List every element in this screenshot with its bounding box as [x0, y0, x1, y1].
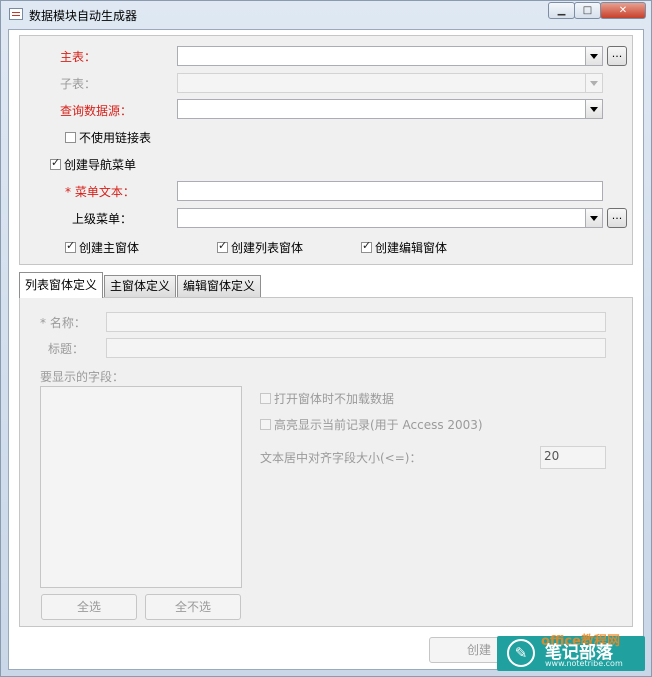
form-tabs: 列表窗体定义 主窗体定义 编辑窗体定义	[19, 272, 262, 298]
sub-table-label: 子表：	[60, 77, 97, 91]
create-main-form-label: 创建主窗体	[79, 241, 140, 255]
chevron-down-icon[interactable]	[585, 209, 602, 227]
tab-edit-form[interactable]: 编辑窗体定义	[177, 275, 262, 297]
checkbox-unchecked-icon	[260, 393, 271, 404]
parent-menu-browse-button[interactable]: ...	[607, 208, 627, 228]
client-area: 主表： ... 子表： 查询数据源： 不使用链接表 创建导航菜单 * 菜单文本：	[8, 29, 645, 671]
menu-text-label: * 菜单文本：	[65, 185, 135, 199]
highlight-record-label: 高亮显示当前记录(用于 Access 2003)	[274, 418, 483, 432]
query-source-combo[interactable]	[177, 99, 603, 119]
tab-panel: * 名称： 标题： 要显示的字段： 全选 全不选 打开窗体时不加载数据 高亮显示…	[19, 297, 633, 627]
close-button[interactable]: ✕	[600, 2, 646, 19]
create-nav-menu-label: 创建导航菜单	[64, 158, 137, 172]
chevron-down-icon	[585, 74, 602, 92]
minimize-button[interactable]: ▁	[548, 2, 575, 19]
create-edit-form-checkbox[interactable]: 创建编辑窗体	[361, 239, 447, 256]
highlight-record-checkbox[interactable]: 高亮显示当前记录(用于 Access 2003)	[260, 416, 483, 433]
parent-menu-combo[interactable]	[177, 208, 603, 228]
select-all-button[interactable]: 全选	[41, 594, 137, 620]
checkbox-unchecked-icon	[65, 132, 76, 143]
fields-listbox[interactable]	[40, 386, 242, 588]
no-load-data-checkbox[interactable]: 打开窗体时不加载数据	[260, 390, 394, 407]
create-nav-menu-checkbox[interactable]: 创建导航菜单	[50, 156, 136, 173]
main-table-browse-button[interactable]: ...	[607, 46, 627, 66]
query-source-label: 查询数据源：	[60, 104, 133, 118]
tab-main-form[interactable]: 主窗体定义	[104, 275, 177, 297]
settings-group: 主表： ... 子表： 查询数据源： 不使用链接表 创建导航菜单 * 菜单文本：	[19, 35, 633, 265]
select-none-button[interactable]: 全不选	[145, 594, 241, 620]
sub-table-combo[interactable]	[177, 73, 603, 93]
tab-list-form[interactable]: 列表窗体定义	[19, 272, 104, 298]
center-align-size-input[interactable]: 20	[540, 446, 606, 469]
app-window: 数据模块自动生成器 ▁ □ ✕ 主表： ... 子表： 查询数据源： 不使用链接	[0, 0, 652, 677]
main-table-label: 主表：	[60, 50, 97, 64]
caption-input[interactable]	[106, 338, 606, 358]
watermark: office教程网 ✎ 笔记部落 www.notetribe.com	[497, 634, 645, 671]
create-list-form-checkbox[interactable]: 创建列表窗体	[217, 239, 303, 256]
create-edit-form-label: 创建编辑窗体	[375, 241, 448, 255]
checkbox-unchecked-icon	[260, 419, 271, 430]
checkbox-checked-icon	[50, 156, 61, 170]
chevron-down-icon[interactable]	[585, 47, 602, 65]
checkbox-checked-icon	[65, 239, 76, 253]
main-table-combo[interactable]	[177, 46, 603, 66]
center-align-label: 文本居中对齐字段大小(<=)：	[260, 451, 422, 465]
name-label: * 名称：	[40, 316, 86, 330]
create-list-form-label: 创建列表窗体	[231, 241, 304, 255]
title-bar: 数据模块自动生成器 ▁ □ ✕	[1, 1, 651, 29]
checkbox-checked-icon	[361, 239, 372, 253]
no-load-data-label: 打开窗体时不加载数据	[274, 392, 395, 406]
no-linked-table-label: 不使用链接表	[79, 131, 152, 145]
checkbox-checked-icon	[217, 239, 228, 253]
menu-text-input[interactable]	[177, 181, 603, 201]
maximize-button[interactable]: □	[574, 2, 601, 19]
chevron-down-icon[interactable]	[585, 100, 602, 118]
name-input[interactable]	[106, 312, 606, 332]
parent-menu-label: 上级菜单：	[72, 212, 133, 226]
app-icon	[9, 8, 23, 20]
no-linked-table-checkbox[interactable]: 不使用链接表	[65, 129, 151, 146]
watermark-url: www.notetribe.com	[545, 659, 623, 668]
create-main-form-checkbox[interactable]: 创建主窗体	[65, 239, 139, 256]
fields-label: 要显示的字段：	[40, 370, 125, 384]
pen-icon: ✎	[507, 639, 535, 667]
window-title: 数据模块自动生成器	[29, 9, 138, 23]
caption-label: 标题：	[48, 342, 85, 356]
